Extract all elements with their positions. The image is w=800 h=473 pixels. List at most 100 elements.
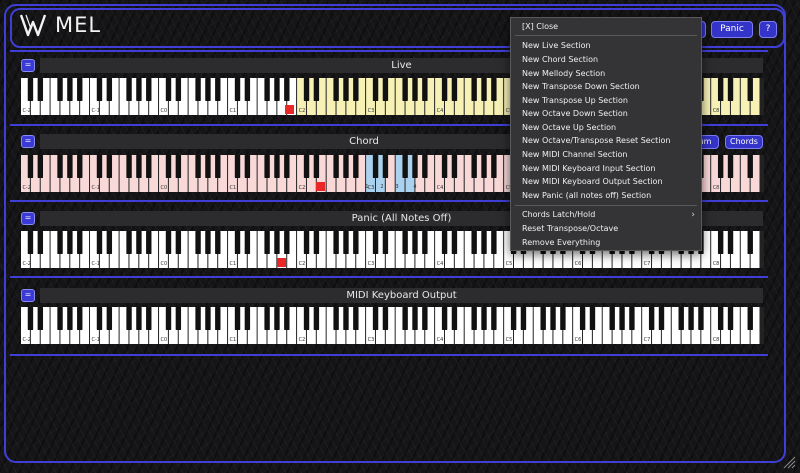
black-key[interactable] [343,155,349,178]
black-key[interactable] [372,307,379,330]
black-key[interactable] [165,155,172,178]
black-key[interactable] [205,155,211,178]
black-key[interactable] [96,231,103,254]
black-key[interactable] [698,307,704,330]
black-key[interactable] [106,307,113,330]
black-key[interactable] [343,307,349,330]
black-key[interactable] [648,307,655,330]
black-key[interactable] [274,231,280,254]
black-key[interactable] [747,78,753,101]
black-key[interactable] [37,78,44,101]
black-key[interactable] [422,78,428,101]
collapse-button-live[interactable]: = [21,59,35,72]
black-key[interactable] [353,231,359,254]
black-key[interactable] [333,155,339,178]
black-key[interactable] [284,78,290,101]
black-key[interactable] [264,231,270,254]
black-key[interactable] [67,231,73,254]
black-key[interactable] [234,307,241,330]
black-key[interactable] [37,155,44,178]
black-key[interactable] [412,231,418,254]
black-key[interactable] [560,307,566,330]
black-key[interactable] [205,78,211,101]
resize-grip-icon[interactable] [782,455,796,469]
black-key[interactable] [609,307,615,330]
black-key[interactable] [215,78,221,101]
black-key[interactable] [353,155,359,178]
menu-new-chord-section[interactable]: New Chord Section [522,55,598,65]
black-key[interactable] [195,307,201,330]
black-key[interactable] [717,231,724,254]
black-key[interactable] [451,155,458,178]
black-key[interactable] [412,155,418,178]
black-key[interactable] [27,307,34,330]
black-key[interactable] [195,78,201,101]
black-key[interactable] [441,231,448,254]
black-key[interactable] [136,231,142,254]
black-key[interactable] [234,78,241,101]
black-key[interactable] [727,78,734,101]
black-key[interactable] [451,78,458,101]
black-key[interactable] [77,155,83,178]
black-key[interactable] [520,307,527,330]
black-key[interactable] [353,78,359,101]
menu-new-transpose-down-section[interactable]: New Transpose Down Section [522,82,640,92]
keyboard-midi-output[interactable]: C-2 C-1 C0 C1 C2 C3 C4 C5 C6 C7 C8 [21,307,764,344]
black-key[interactable] [313,231,320,254]
black-key[interactable] [274,307,280,330]
black-key[interactable] [717,155,724,178]
black-key[interactable] [579,307,586,330]
black-key[interactable] [136,78,142,101]
black-key[interactable] [678,307,684,330]
black-key[interactable] [27,155,34,178]
black-key[interactable] [126,155,132,178]
black-key[interactable] [451,307,458,330]
black-key[interactable] [67,307,73,330]
black-key[interactable] [195,231,201,254]
black-key[interactable] [441,307,448,330]
black-key[interactable] [274,78,280,101]
black-key[interactable] [215,231,221,254]
black-key[interactable] [146,307,152,330]
black-key[interactable] [37,307,44,330]
black-key[interactable] [629,307,635,330]
black-key[interactable] [264,307,270,330]
black-key[interactable] [491,78,497,101]
black-key[interactable] [313,307,320,330]
black-key[interactable] [165,231,172,254]
black-key[interactable] [481,231,487,254]
black-key[interactable] [27,231,34,254]
black-key[interactable] [244,231,251,254]
menu-new-octave-up-section[interactable]: New Octave Up Section [522,123,616,133]
black-key[interactable] [57,155,63,178]
black-key[interactable] [244,155,251,178]
black-key[interactable] [77,78,83,101]
black-key[interactable] [688,307,694,330]
black-key[interactable] [106,78,113,101]
black-key[interactable] [234,155,241,178]
menu-new-octave-transpose-reset-section[interactable]: New Octave/Transpose Reset Section [522,136,670,146]
black-key[interactable] [244,307,251,330]
black-key[interactable] [77,307,83,330]
black-key[interactable] [126,307,132,330]
black-key[interactable] [244,78,251,101]
black-key[interactable] [57,78,63,101]
menu-reset-transpose-octave[interactable]: Reset Transpose/Octave [522,224,618,234]
black-key[interactable] [96,155,103,178]
black-key[interactable] [372,231,379,254]
black-key[interactable] [550,307,556,330]
black-key[interactable] [382,78,389,101]
black-key[interactable] [57,231,63,254]
black-key[interactable] [67,78,73,101]
black-key[interactable] [727,307,734,330]
chords-button[interactable]: Chords [725,135,763,149]
black-key[interactable] [96,78,103,101]
menu-new-midi-keyboard-output-section[interactable]: New MIDI Keyboard Output Section [522,177,663,187]
black-key[interactable] [402,231,408,254]
black-key[interactable] [175,231,182,254]
menu-new-mellody-section[interactable]: New Mellody Section [522,69,605,79]
menu-close[interactable]: [X] Close [522,22,558,32]
black-key[interactable] [106,231,113,254]
collapse-button-chord[interactable]: = [21,135,35,148]
menu-new-transpose-up-section[interactable]: New Transpose Up Section [522,96,628,106]
